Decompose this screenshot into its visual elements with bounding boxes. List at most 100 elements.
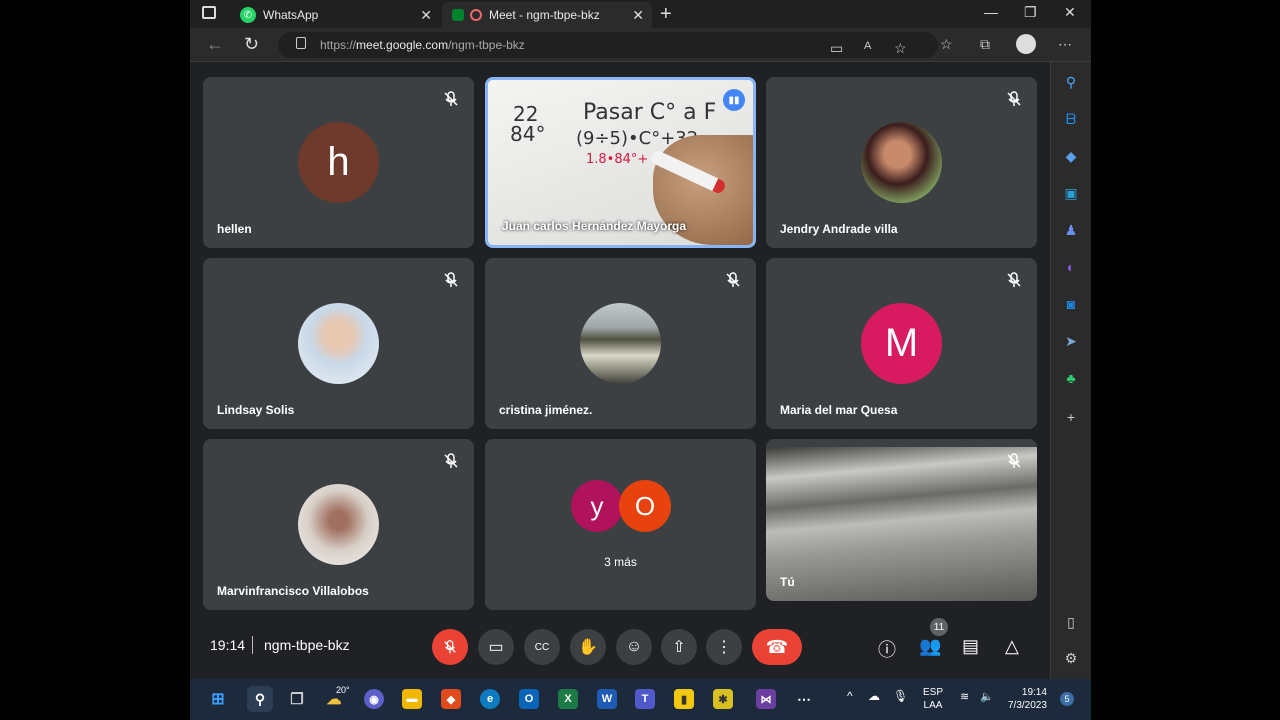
more-vert-icon: ⋮: [716, 639, 732, 656]
search-icon[interactable]: ⚲: [1063, 74, 1079, 90]
activities-icon[interactable]: △: [1005, 636, 1019, 657]
windows-start-icon[interactable]: ⊞: [208, 689, 228, 709]
tab-bar: ✆ WhatsApp ✕ Meet - ngm-tbpe-bkz ✕ + — ❐…: [190, 0, 1091, 28]
end-call-button[interactable]: ☎: [752, 629, 802, 665]
add-icon[interactable]: +: [1063, 409, 1079, 425]
outlook-icon[interactable]: O: [519, 689, 539, 709]
camera-icon: ▭: [488, 639, 504, 656]
notification-badge[interactable]: 5: [1060, 692, 1074, 706]
close-window-button[interactable]: ✕: [1064, 4, 1076, 21]
games-icon[interactable]: ♟: [1063, 222, 1079, 238]
taskbar: ⊞ ⚲ ❐ ☁ 20° ◉ ▬ ◆ e O X W T ▮ ✱ ⋈ ⋯ ^ ☁ …: [190, 679, 1091, 720]
visual-studio-icon[interactable]: ⋈: [756, 689, 776, 709]
present-button[interactable]: ⇧: [661, 629, 697, 665]
participant-name: Lindsay Solis: [217, 403, 295, 417]
settings-icon[interactable]: ⚙: [1063, 650, 1079, 666]
participant-name: Maria del mar Quesa: [780, 403, 898, 417]
favorites-icon[interactable]: ☆: [940, 36, 953, 53]
lang-bottom: LAA: [923, 700, 943, 711]
chat-app-icon[interactable]: ◉: [364, 689, 384, 709]
tree-icon[interactable]: ♣: [1063, 370, 1079, 386]
sticky-app-icon[interactable]: ✱: [713, 689, 733, 709]
captions-button[interactable]: CC: [524, 629, 560, 665]
tray-expand-icon[interactable]: ^: [847, 690, 853, 703]
outlook-icon[interactable]: ◙: [1063, 296, 1079, 312]
lock-icon: [296, 37, 306, 49]
camera-icon[interactable]: ▭: [830, 40, 843, 57]
file-explorer-icon[interactable]: ▬: [402, 689, 422, 709]
camera-toggle-button[interactable]: ▭: [478, 629, 514, 665]
back-icon[interactable]: ←: [206, 34, 224, 55]
hand-icon: ✋: [578, 639, 598, 656]
brave-icon[interactable]: ◆: [441, 689, 461, 709]
more-participants-tile[interactable]: y O 3 más: [485, 439, 756, 610]
clock-date: 7/3/2023: [1008, 700, 1047, 711]
board-text: 84°: [510, 122, 546, 146]
language-indicator[interactable]: ESP LAA: [923, 686, 943, 712]
collections-icon[interactable]: ⧉: [980, 36, 990, 53]
edge-sidebar: ⚲ ᗷ ◆ ▣ ♟ ◐ ◙ ➤ ♣ + ▯ ⚙: [1050, 62, 1091, 679]
read-aloud-icon[interactable]: A: [864, 40, 871, 52]
clock[interactable]: 19:14 7/3/2023: [1008, 686, 1047, 712]
search-icon[interactable]: ⚲: [247, 686, 273, 712]
avatar-photo: [580, 303, 661, 384]
tab-meet[interactable]: Meet - ngm-tbpe-bkz ✕: [442, 2, 652, 28]
tab-actions-icon[interactable]: [202, 6, 216, 19]
reactions-button[interactable]: ☺: [616, 629, 652, 665]
send-icon[interactable]: ➤: [1063, 333, 1079, 349]
participant-name: Tú: [780, 575, 795, 589]
mic-off-icon: [1007, 91, 1021, 106]
close-tab-icon[interactable]: ✕: [632, 7, 644, 24]
chat-icon[interactable]: ▤: [962, 636, 979, 657]
participant-tile[interactable]: Jendry Andrade villa: [766, 77, 1037, 248]
self-video-tile[interactable]: Tú: [766, 439, 1037, 601]
board-title: Pasar C° a F: [583, 100, 717, 125]
add-favorite-icon[interactable]: ☆: [894, 40, 907, 57]
more-menu-icon[interactable]: ⋯: [1058, 36, 1072, 53]
new-tab-button[interactable]: +: [660, 3, 672, 26]
shopping-icon[interactable]: ◆: [1063, 148, 1079, 164]
people-icon[interactable]: 👥: [919, 636, 941, 657]
participant-tile[interactable]: h hellen: [203, 77, 474, 248]
mic-off-icon: [444, 453, 458, 468]
meeting-code: ngm-tbpe-bkz: [264, 637, 350, 653]
more-apps-icon[interactable]: ⋯: [794, 689, 814, 709]
present-icon: ⇧: [672, 639, 686, 656]
tools-icon[interactable]: ▣: [1063, 185, 1079, 201]
minimize-button[interactable]: —: [984, 4, 998, 20]
edge-icon[interactable]: e: [480, 689, 500, 709]
participant-tile[interactable]: Lindsay Solis: [203, 258, 474, 429]
raise-hand-button[interactable]: ✋: [570, 629, 606, 665]
tab-whatsapp[interactable]: ✆ WhatsApp ✕: [230, 2, 440, 28]
maximize-button[interactable]: ❐: [1024, 4, 1037, 21]
mic-icon[interactable]: 🎙: [893, 690, 908, 703]
tab-title: WhatsApp: [263, 8, 319, 22]
teams-icon[interactable]: T: [635, 689, 655, 709]
participant-tile[interactable]: M Maria del mar Quesa: [766, 258, 1037, 429]
whatsapp-icon: ✆: [240, 7, 256, 23]
onedrive-icon[interactable]: ☁: [868, 690, 880, 703]
clock-time: 19:14: [1021, 687, 1047, 698]
participant-tile[interactable]: cristina jiménez.: [485, 258, 756, 429]
word-icon[interactable]: W: [597, 689, 617, 709]
url-field[interactable]: https://meet.google.com/ngm-tbpe-bkz ▭ A…: [278, 32, 938, 58]
sidebar-toggle-icon[interactable]: ▯: [1063, 614, 1079, 630]
more-options-button[interactable]: ⋮: [706, 629, 742, 665]
profile-avatar[interactable]: [1016, 34, 1036, 54]
excel-icon[interactable]: X: [558, 689, 578, 709]
office-icon[interactable]: ◐: [1063, 259, 1079, 275]
reload-icon[interactable]: ↻: [244, 34, 259, 55]
avatar: h: [298, 122, 379, 203]
meeting-info-icon[interactable]: ⓘ: [878, 636, 896, 662]
mic-off-icon: [1007, 272, 1021, 287]
volume-icon[interactable]: 🔈: [980, 691, 994, 704]
powerbi-icon[interactable]: ▮: [674, 689, 694, 709]
participant-tile[interactable]: Marvinfrancisco Villalobos: [203, 439, 474, 610]
close-tab-icon[interactable]: ✕: [420, 7, 432, 24]
weather-temp: 20°: [336, 685, 350, 695]
task-view-icon[interactable]: ❐: [287, 689, 307, 709]
bing-icon[interactable]: ᗷ: [1063, 111, 1079, 127]
wifi-icon[interactable]: ≋: [960, 691, 969, 704]
participant-tile-speaking[interactable]: 22 84° Pasar C° a F (9÷5)•C°+32 1.8•84°+…: [485, 77, 756, 248]
mic-toggle-button[interactable]: [432, 629, 468, 665]
